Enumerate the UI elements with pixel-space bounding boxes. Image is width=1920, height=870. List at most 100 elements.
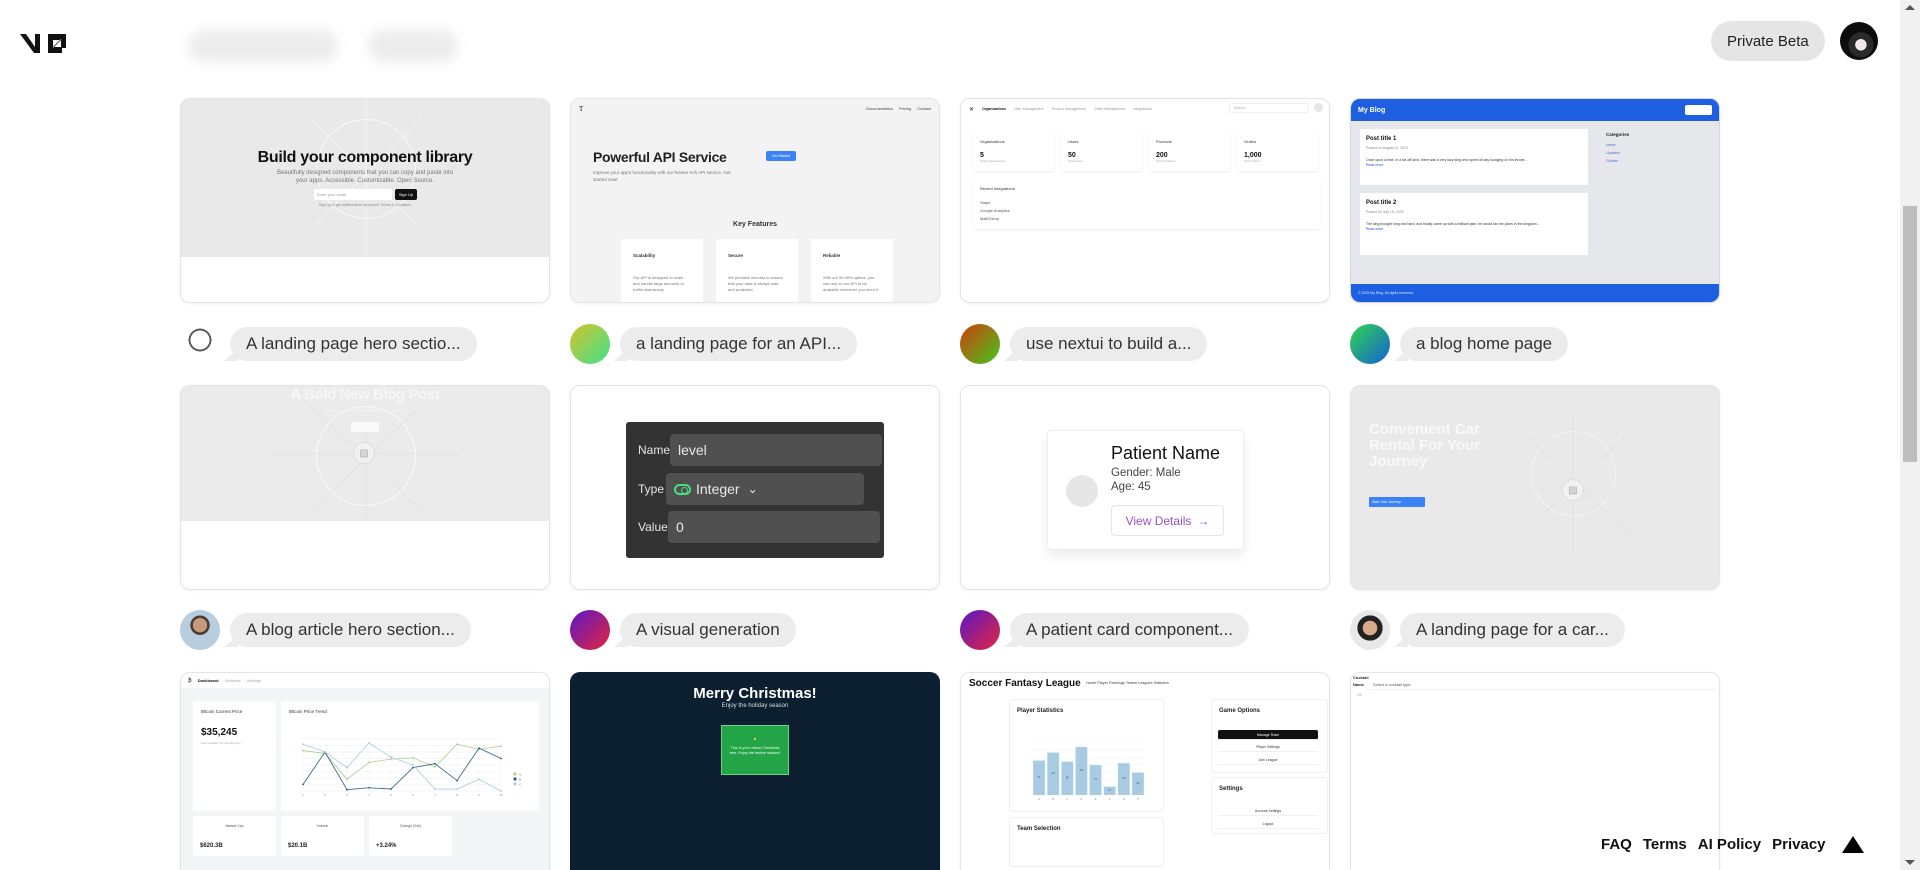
- stat-value: 50: [1068, 152, 1076, 159]
- faq-link[interactable]: FAQ: [1601, 836, 1632, 853]
- x-tick-label: E: [1095, 798, 1097, 801]
- arrow-right-icon: →: [1197, 513, 1210, 528]
- generation-card[interactable]: My Blog Post title 1 Posted on August 24…: [1350, 98, 1720, 303]
- game-options-heading: Game Options: [1219, 708, 1261, 714]
- author-avatar: [570, 324, 610, 364]
- blog-post: Post title 2 Posted on July 15, 2023 The…: [1360, 193, 1588, 255]
- preview-nav-item: Pricing: [898, 106, 912, 111]
- generation-card[interactable]: Patient Name Gender: Male Age: 45 View D…: [960, 385, 1330, 590]
- option-button: Player Settings: [1218, 742, 1318, 752]
- generation-card[interactable]: ₿ Dashboard Statistics Settings Bitcoin …: [180, 672, 550, 870]
- scroll-up-arrow-icon[interactable]: [1905, 5, 1915, 10]
- price-heading: Bitcoin Current Price: [201, 709, 243, 714]
- feature-card: Reliable With our 99.99% uptime, you can…: [811, 239, 893, 302]
- generation-card[interactable]: ✕ Organizations User Management Product …: [960, 98, 1330, 303]
- nav-item-blurred[interactable]: [368, 30, 458, 62]
- preview-title: Powerful API Service: [593, 149, 727, 165]
- x-tick-label: G: [1123, 798, 1125, 801]
- metric-value: $20.1B: [288, 843, 308, 849]
- series-line: [302, 742, 502, 792]
- data-point: [324, 751, 326, 753]
- preview-title: Build your component library: [257, 149, 473, 166]
- preview-nav-item: User Management: [1014, 107, 1044, 111]
- tree-message: This is your virtual Christmas tree. Enj…: [729, 746, 781, 755]
- data-point: [412, 764, 414, 766]
- generation-card[interactable]: A Bold New Blog Post Dive into the great…: [180, 385, 550, 590]
- terms-link[interactable]: Terms: [1643, 836, 1687, 853]
- prompt-chip[interactable]: A visual generation: [570, 610, 796, 650]
- author-avatar: [960, 610, 1000, 650]
- stat-card: Users 50 Total Users: [1061, 131, 1143, 171]
- variable-panel: Name level Type Integer ⌄ Value 0: [626, 422, 884, 558]
- x-tick-label: 10: [499, 793, 503, 797]
- data-point: [346, 788, 348, 791]
- stat-label: Users: [1068, 139, 1079, 144]
- post-date: Posted on August 24, 2023: [1366, 146, 1409, 150]
- field-label: Value: [638, 520, 668, 534]
- view-details-button: View Details →: [1111, 505, 1224, 536]
- data-point: [434, 788, 436, 790]
- author-avatar: [1350, 324, 1390, 364]
- prompt-text: a landing page for an API...: [620, 327, 858, 361]
- prompt-chip[interactable]: A blog article hero section...: [180, 610, 471, 650]
- prompt-text: A patient card component...: [1010, 613, 1249, 647]
- preview-nav: ₿ Dashboard Statistics Settings: [181, 673, 549, 688]
- prompt-chip[interactable]: A patient card component...: [960, 610, 1249, 650]
- patient-age: Age: 45: [1111, 481, 1151, 493]
- legend-swatch: [513, 782, 517, 786]
- patient-avatar: [1066, 475, 1098, 507]
- generation-card[interactable]: Merry Christmas! Enjoy the holiday seaso…: [570, 672, 940, 870]
- prompt-chip[interactable]: a landing page for an API...: [570, 324, 858, 364]
- chevron-down-icon: ⌄: [747, 482, 758, 496]
- preview-title: Soccer Fantasy League: [969, 678, 1081, 689]
- vercel-logo-icon[interactable]: [1841, 836, 1864, 853]
- generation-card[interactable]: Soccer Fantasy League Home Player Rankin…: [960, 672, 1330, 870]
- preview-search: Search...: [1229, 103, 1309, 113]
- private-beta-button[interactable]: Private Beta: [1711, 21, 1825, 61]
- data-point: [456, 743, 458, 746]
- x-tick-label: 3: [346, 793, 348, 797]
- preview-nav: Home Player Rankings Teams Leagues Stati…: [1086, 681, 1169, 685]
- metric-card: Market Cap $620.3B: [193, 816, 276, 856]
- privacy-link[interactable]: Privacy: [1772, 836, 1825, 853]
- prompt-chip[interactable]: use nextui to build a...: [960, 324, 1208, 364]
- post-title: Post title 1: [1366, 136, 1397, 142]
- generation-card[interactable]: Build your component library Beautifully…: [180, 98, 550, 303]
- metric-value: +3.24%: [376, 843, 397, 849]
- preview-title: Merry Christmas!: [693, 685, 817, 702]
- integrations-heading: Recent Integrations: [980, 186, 1015, 191]
- read-more-link: Read more: [1366, 163, 1384, 167]
- prompt-chip[interactable]: A landing page hero sectio...: [180, 324, 477, 364]
- integrations-panel: Recent Integrations Stripe Google Analyt…: [973, 179, 1320, 229]
- ai-policy-link[interactable]: AI Policy: [1698, 836, 1761, 853]
- legend-swatch: [513, 777, 517, 781]
- data-point: [368, 761, 370, 764]
- generation-card[interactable]: Name level Type Integer ⌄ Value 0: [570, 385, 940, 590]
- integration-item: Google Analytics: [980, 208, 1010, 213]
- scroll-down-arrow-icon[interactable]: [1905, 860, 1915, 865]
- value-row: Value 0: [638, 511, 880, 543]
- page-scrollbar[interactable]: [1900, 0, 1920, 870]
- x-tick-label: 4: [368, 793, 370, 797]
- data-point: [346, 766, 348, 769]
- type-value: Integer: [696, 481, 740, 497]
- metric-card: Volume $20.1B: [281, 816, 364, 856]
- blog-post: Post title 1 Posted on August 24, 2023 O…: [1360, 129, 1588, 185]
- prompt-chip[interactable]: A landing page for a car...: [1350, 610, 1625, 650]
- settings-heading: Settings: [1219, 786, 1243, 792]
- scroll-thumb[interactable]: [1903, 206, 1917, 462]
- prompt-chip[interactable]: a blog home page: [1350, 324, 1569, 364]
- generation-card[interactable]: T Documentation Pricing Contact Powerful…: [570, 98, 940, 303]
- author-avatar: [180, 324, 220, 364]
- v0-logo-icon[interactable]: [20, 28, 72, 56]
- generation-card[interactable]: ▨ Convenient Car Rental For Your Journey…: [1350, 385, 1720, 590]
- series-line: [302, 747, 502, 791]
- stat-label: Orders: [1244, 139, 1257, 144]
- nav-item-blurred[interactable]: [188, 30, 338, 62]
- metric-value: $620.3B: [200, 843, 223, 849]
- feature-title: Scalability: [633, 253, 656, 258]
- data-point: [302, 749, 304, 752]
- x-tick-label: 9: [478, 793, 480, 797]
- preview-nav-item: Statistics: [224, 678, 241, 683]
- user-avatar[interactable]: [1840, 22, 1878, 60]
